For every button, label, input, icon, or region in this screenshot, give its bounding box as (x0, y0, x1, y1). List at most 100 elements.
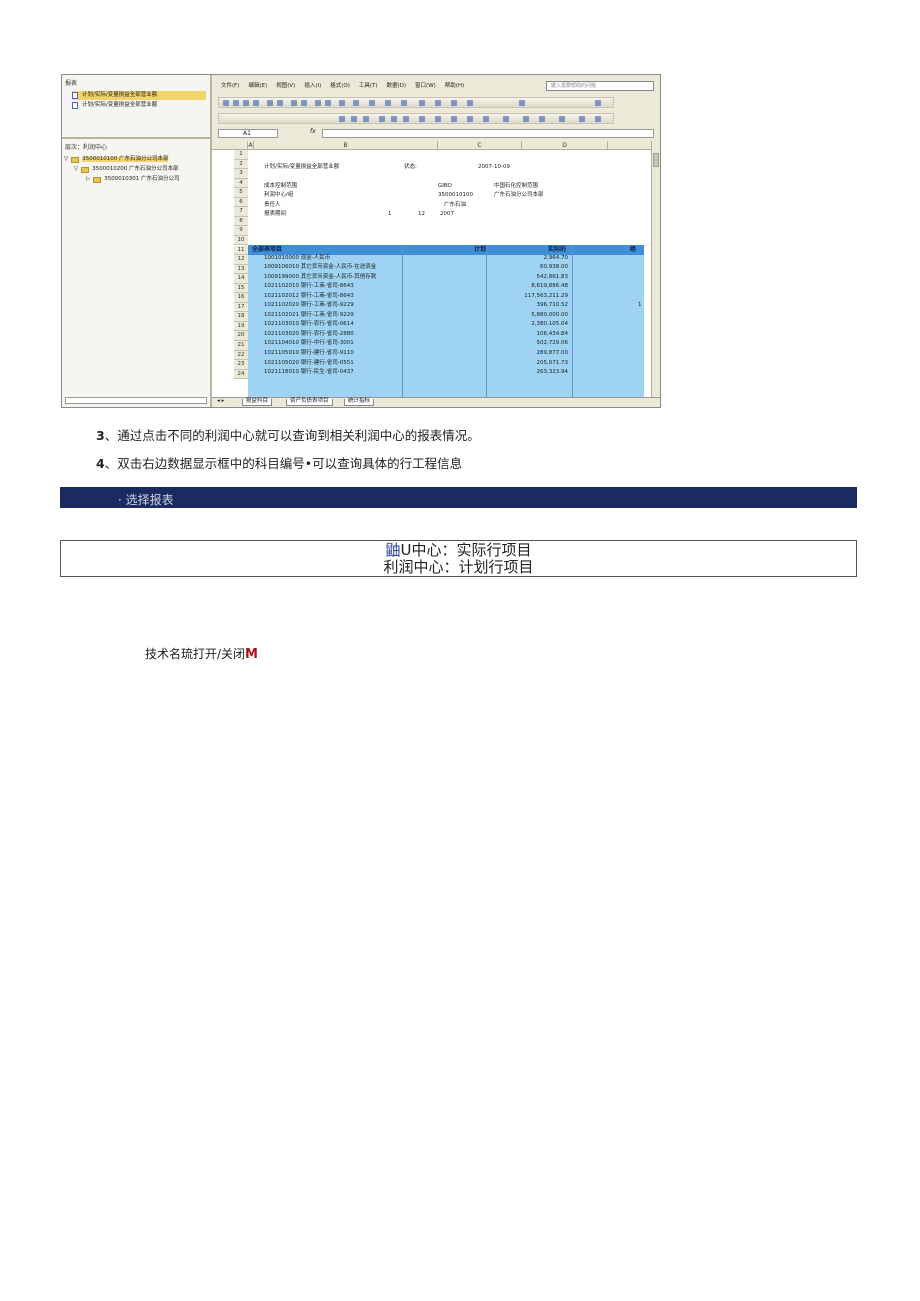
row-header[interactable]: 5 (234, 188, 248, 198)
table-row-item[interactable]: 1021102021 银行-工商-省司-9229 (264, 312, 354, 319)
name-box[interactable]: A1 (218, 129, 278, 138)
table-row-item[interactable]: 1021102020 银行-工商-省司-9229 (264, 303, 354, 309)
table-row-item[interactable]: 1021118010 银行-民生-省司-0437 (264, 370, 354, 376)
tree-node-1[interactable]: ▽ 3500010100 广东石油分公司本部 (64, 155, 169, 164)
tab-nav-arrows[interactable]: ◂ ▸ (214, 398, 227, 405)
collapse-icon[interactable]: ▽ (74, 166, 78, 173)
period-from: 1 (388, 211, 392, 217)
row-header[interactable]: 12 (234, 255, 248, 265)
technical-name-toggle-note: 技术名琉打开/关闭M (145, 647, 258, 662)
vertical-scrollbar[interactable] (651, 141, 660, 397)
corner-cell[interactable] (212, 141, 248, 150)
tree-node-3[interactable]: ▷ 3500010301 广东石油分公司 (86, 175, 179, 184)
row-header[interactable]: 4 (234, 178, 248, 189)
table-row-actual: 106,434.84 (536, 330, 569, 337)
row-header[interactable]: 17 (234, 302, 248, 313)
row-header[interactable]: 2 (234, 159, 248, 170)
table-row-item[interactable]: 1021102012 银行-工商-省司-8643 (264, 293, 354, 300)
row-header[interactable]: 18 (234, 312, 248, 322)
formatting-toolbar[interactable] (218, 113, 614, 124)
profit-center-name: 广东石油分公司本部 (494, 192, 544, 198)
collapse-icon[interactable]: ▽ (64, 156, 68, 163)
table-row-actual: 396,710.52 (536, 302, 569, 309)
menu-window[interactable]: 窗口(W) (415, 84, 436, 90)
partial-cell: 1 (638, 302, 642, 308)
cost-control-name: 中国石化控制范围 (494, 183, 539, 189)
table-row-item[interactable]: 1009199000 其它货币资金-人民币-其他存款 (264, 274, 376, 281)
row-header[interactable]: 15 (234, 283, 248, 294)
table-row-actual: 2,964.70 (543, 254, 569, 261)
folder-icon (93, 176, 102, 183)
column-header-b[interactable]: B (254, 141, 438, 150)
report-item-1[interactable]: 计划/实际/变量损益全部营业额 (72, 91, 206, 100)
col-plan-header: 计划 (474, 246, 487, 253)
row-header[interactable]: 9 (234, 226, 248, 236)
spreadsheet-window: 文件(F) 编辑(E) 视图(V) 插入(I) 格式(O) 工具(T) 数据(D… (212, 75, 660, 407)
row-header[interactable]: 6 (234, 197, 248, 208)
help-search-input[interactable]: 键入需要帮助的问题 (546, 81, 654, 91)
menu-format[interactable]: 格式(O) (330, 84, 350, 90)
table-row-item[interactable]: 1021105010 银行-建行-省司-9110 (264, 350, 354, 357)
table-row-item[interactable]: 1021104010 银行-中行-省司-3001 (264, 341, 354, 347)
embedded-screenshot: 报表 计划/实际/变量损益全部营业额 计划/实际/变量损益全部营业额 层次：利润… (61, 74, 661, 408)
table-row-actual: 2,380,105.04 (531, 321, 568, 328)
row-header[interactable]: 8 (234, 216, 248, 227)
menu-edit[interactable]: 编辑(E) (248, 84, 267, 90)
folder-icon (71, 156, 80, 163)
table-row-item[interactable]: 1009106010 其它货币资金-人民币-在途资金 (264, 265, 376, 271)
column-header-c[interactable]: C (438, 141, 522, 150)
row-header[interactable]: 3 (234, 169, 248, 179)
period-label: 报表期间 (264, 211, 287, 217)
row-header[interactable]: 7 (234, 207, 248, 217)
worksheet-grid[interactable]: A B C D 1 2 3 4 5 6 7 8 9 10 11 12 13 14 15 16 17 18 19 20 2… (212, 141, 660, 407)
row-header[interactable]: 21 (234, 341, 248, 351)
table-row-item[interactable]: 1001010000 现金-人民币 (264, 255, 330, 262)
table-row-item[interactable]: 1021103020 银行-农行-省司-2880 (264, 331, 354, 338)
table-row-actual: 289,877.00 (536, 350, 569, 356)
row-header[interactable]: 20 (234, 331, 248, 341)
row-header[interactable]: 10 (234, 235, 248, 246)
profit-center-code: 3500010100 (438, 192, 473, 198)
sheet-tab-stats[interactable]: 统计指标 (344, 398, 375, 406)
row-header[interactable]: 1 (234, 150, 248, 160)
row-header[interactable]: 22 (234, 350, 248, 361)
scroll-thumb[interactable] (653, 153, 659, 167)
tree-node-2[interactable]: ▽ 3500010200 广东石油分公司本部 (74, 165, 178, 174)
row-header[interactable]: 23 (234, 360, 248, 370)
menu-data[interactable]: 数据(D) (387, 84, 407, 90)
table-row-actual: 8,619,886.48 (531, 283, 568, 290)
sheet-tab-balance[interactable]: 资产负债表项目 (286, 398, 333, 406)
formula-bar[interactable] (322, 129, 654, 138)
menu-view[interactable]: 视图(V) (276, 84, 295, 90)
menu-tools[interactable]: 工具(T) (359, 84, 378, 90)
menu-file[interactable]: 文件(F) (221, 84, 239, 90)
row-header[interactable]: 13 (234, 264, 248, 275)
col-item-header: 全部表项目 (252, 246, 283, 253)
period-year: 2007 (440, 211, 454, 217)
document-icon (72, 92, 78, 99)
row-header[interactable]: 11 (234, 245, 248, 256)
row-header[interactable]: 19 (234, 321, 248, 332)
panel-divider[interactable] (62, 137, 210, 139)
section-banner: · 选择报表 (60, 487, 857, 508)
menu-help[interactable]: 帮助(H) (445, 84, 464, 90)
actual-line-items: 鼬U中心：实际行项目 (385, 541, 532, 559)
table-row-item[interactable]: 1021105020 银行-建行-省司-0551 (264, 360, 354, 367)
table-row-item[interactable]: 1021102010 银行-工商-省司-8643 (264, 284, 354, 290)
row-header[interactable]: 14 (234, 274, 248, 284)
sheet-tab-bar: ◂ ▸ 损益科目 资产负债表项目 统计指标 (212, 397, 660, 407)
column-header-e[interactable] (608, 141, 652, 150)
cost-control-label: 成本控制范围 (264, 183, 298, 189)
row-header[interactable]: 24 (234, 369, 248, 380)
table-row-item[interactable]: 1021103010 银行-农行-省司-0614 (264, 322, 354, 328)
horizontal-scrollbar[interactable] (65, 397, 207, 404)
report-item-2[interactable]: 计划/实际/变量损益全部营业额 (72, 101, 206, 110)
expand-icon[interactable]: ▷ (86, 176, 90, 183)
menu-insert[interactable]: 插入(I) (304, 84, 321, 90)
banner-title: · 选择报表 (118, 493, 174, 507)
sheet-tab-pl[interactable]: 损益科目 (242, 398, 273, 406)
row-header[interactable]: 16 (234, 293, 248, 303)
plan-line-items: 利润中心：计划行项目 (383, 558, 534, 576)
column-header-d[interactable]: D (522, 141, 608, 150)
standard-toolbar[interactable] (218, 97, 614, 108)
